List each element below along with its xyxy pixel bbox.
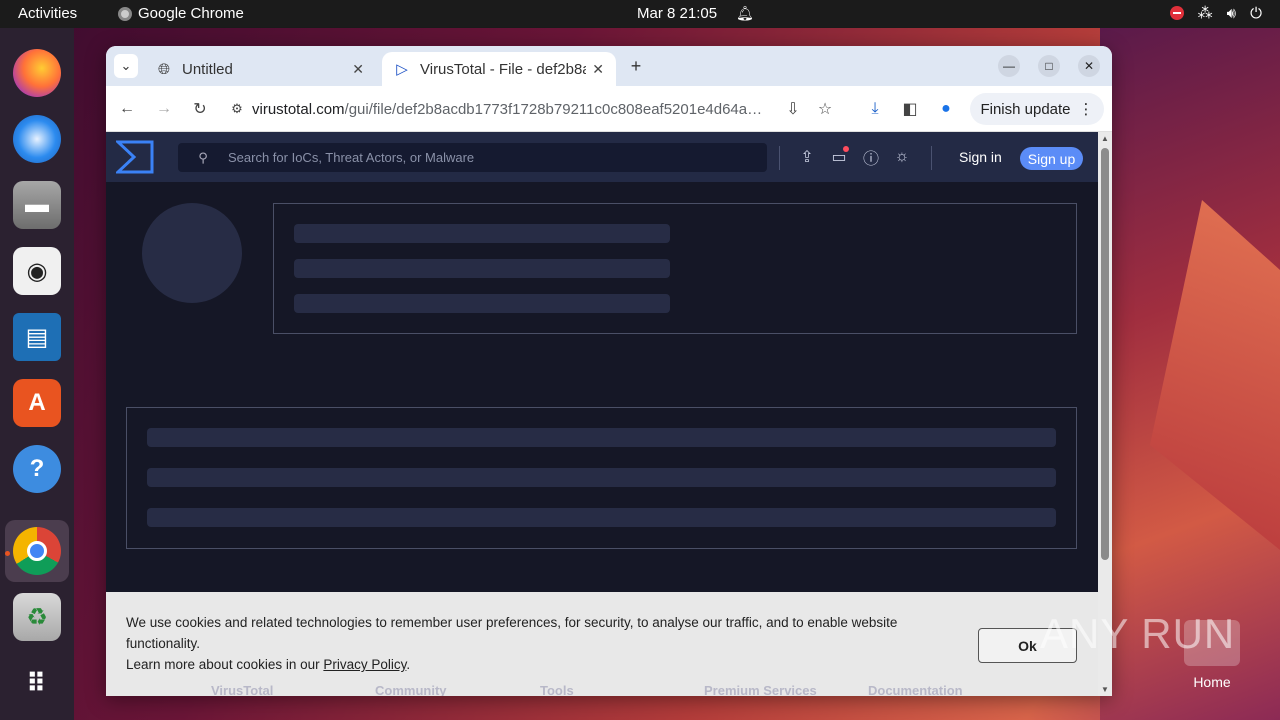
system-tray[interactable]: ⁂ 🔊︎ ⏻ [1169,4,1262,22]
browser-window: ⌄ 🌐︎ Untitled ✕ ▷ VirusTotal - File - de… [106,46,1112,696]
help-icon[interactable]: ? [13,445,61,493]
side-panel-icon[interactable]: ◧ [899,98,921,120]
site-info-icon[interactable]: ⚙ [222,101,252,117]
url-path: /gui/file/def2b8acdb1773f1728b79211c0c80… [344,100,765,118]
notification-dot [843,146,849,152]
summary-card-skeleton [273,203,1077,334]
file-avatar-skeleton [142,203,242,303]
footer-col-virustotal: VirusTotal [211,683,274,696]
url-host: virustotal.com [252,100,345,118]
skeleton-line [147,508,1056,527]
bell-icon: 🔔︎ [736,5,754,21]
minimize-button[interactable]: — [998,55,1020,77]
vt-header: ⚲ Search for IoCs, Threat Actors, or Mal… [106,132,1098,182]
tab-virustotal[interactable]: ▷ VirusTotal - File - def2b8acdb1773f ✕ [382,52,616,86]
search-placeholder: Search for IoCs, Threat Actors, or Malwa… [228,150,475,165]
profile-icon[interactable]: ● [935,98,957,120]
tab-strip: ⌄ 🌐︎ Untitled ✕ ▷ VirusTotal - File - de… [106,46,1112,86]
help-circle-icon[interactable]: ⓘ [861,147,881,168]
running-dot [5,551,10,556]
forward-icon[interactable]: → [153,98,175,120]
search-icon: ⚲ [198,149,208,165]
tab-title: Untitled [182,60,233,78]
sign-in-link[interactable]: Sign in [959,149,1002,165]
bookmark-star-icon[interactable]: ☆ [814,98,836,120]
skeleton-line [294,224,670,243]
browser-toolbar: ← → ↻ ⚙ virustotal.com /gui/file/def2b8a… [106,86,1112,132]
files-icon[interactable]: ▬ [13,181,61,229]
page-viewport: ⚲ Search for IoCs, Threat Actors, or Mal… [106,132,1098,696]
divider [931,146,932,170]
detail-card-skeleton [126,407,1077,549]
maximize-button[interactable]: □ [1038,55,1060,77]
cookie-learn-more: Learn more about cookies in our [126,657,324,672]
firefox-icon[interactable] [13,49,61,97]
virustotal-logo-icon[interactable] [116,140,154,174]
update-badge-icon [1169,6,1184,20]
home-label: Home [1193,674,1231,690]
footer-col-premium: Premium Services [704,683,817,696]
theme-sun-icon[interactable]: ☼ [892,147,912,167]
skeleton-line [147,468,1056,487]
globe-icon: 🌐︎ [157,60,170,78]
chevron-down-icon: ⌄ [120,58,132,73]
downloads-icon[interactable]: ⤓ [864,98,886,120]
volume-icon: 🔊︎ [1226,4,1237,22]
close-tab-icon[interactable]: ✕ [592,61,604,78]
home-folder[interactable]: Home [1182,620,1242,690]
tab-title: VirusTotal - File - def2b8acdb1773f [420,60,587,78]
app-menu[interactable]: Google Chrome [118,5,244,22]
back-icon[interactable]: ← [116,98,138,120]
footer-col-documentation: Documentation [868,683,963,696]
app-center-icon[interactable]: A [13,379,61,427]
power-icon: ⏻ [1250,4,1262,22]
home-folder-icon [1184,620,1240,666]
footer-col-community: Community [375,683,447,696]
cookie-banner: We use cookies and related technologies … [106,592,1098,696]
skeleton-line [294,259,670,278]
activities-button[interactable]: Activities [18,5,77,22]
cookie-text: We use cookies and related technologies … [126,612,966,675]
top-bar: Activities Google Chrome Mar 8 21:05 🔔︎ … [0,0,1280,28]
divider [779,146,780,170]
writer-icon[interactable]: ▤ [13,313,61,361]
apps-grid-icon[interactable]: ⠿ [13,659,61,707]
chat-icon[interactable]: ▭ [829,146,849,167]
upload-icon[interactable]: ⇪ [797,147,817,167]
trash-icon[interactable]: ♻ [13,593,61,641]
close-tab-icon[interactable]: ✕ [352,61,364,78]
privacy-policy-link[interactable]: Privacy Policy [323,657,406,672]
app-menu-label: Google Chrome [138,5,244,22]
sign-up-button[interactable]: Sign up [1020,147,1083,170]
finish-update-button[interactable]: Finish update ⋮ [970,93,1104,125]
thunderbird-icon[interactable] [13,115,61,163]
footer-col-tools: Tools [540,683,574,696]
skeleton-line [294,294,670,313]
skeleton-line [147,428,1056,447]
cookie-line-2: Learn more about cookies in our Privacy … [126,654,966,675]
search-input[interactable]: ⚲ Search for IoCs, Threat Actors, or Mal… [178,143,767,172]
tab-search-button[interactable]: ⌄ [114,54,138,78]
network-icon: ⁂ [1197,5,1213,22]
scrollbar-thumb[interactable] [1101,148,1109,560]
cookie-line: We use cookies and related technologies … [126,615,898,651]
finish-update-label: Finish update [980,100,1071,118]
chrome-small-icon [118,6,132,21]
dock: ▬ ◉ ▤ A ? ♻ ⠿ [0,28,74,720]
close-window-button[interactable]: ✕ [1078,55,1100,77]
cookie-period: . [406,657,411,672]
tab-untitled[interactable]: 🌐︎ Untitled ✕ [144,52,376,86]
install-app-icon[interactable]: ⇩ [782,98,804,120]
reload-icon[interactable]: ↻ [189,98,211,120]
rhythmbox-icon[interactable]: ◉ [13,247,61,295]
scroll-down-icon[interactable]: ▼ [1101,685,1109,694]
kebab-menu-icon: ⋮ [1078,101,1094,118]
clock[interactable]: Mar 8 21:05 [637,5,717,22]
new-tab-button[interactable]: + [624,54,648,78]
chrome-icon[interactable] [13,527,61,575]
address-bar[interactable]: ⚙ virustotal.com /gui/file/def2b8acdb177… [222,93,842,125]
scroll-up-icon[interactable]: ▲ [1101,134,1109,143]
virustotal-favicon-icon: ▷ [396,61,408,78]
